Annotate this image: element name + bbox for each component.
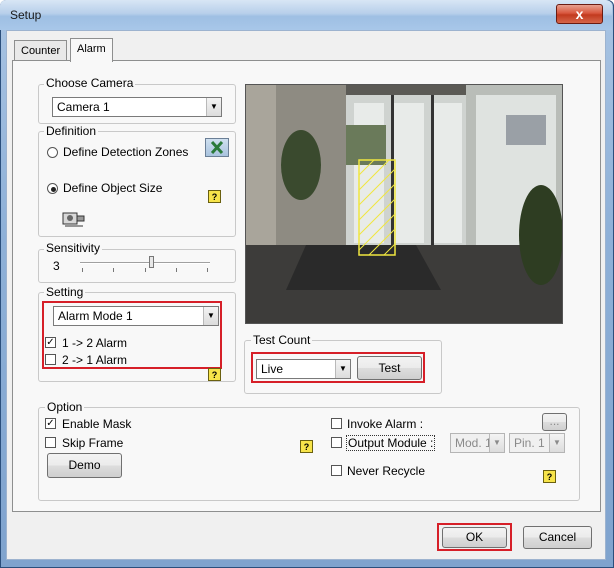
zone-tool-icon[interactable] — [205, 138, 229, 157]
sensitivity-label: Sensitivity — [44, 241, 103, 255]
chevron-down-icon[interactable]: ▼ — [203, 307, 218, 325]
window-title: Setup — [10, 8, 42, 22]
demo-button[interactable]: Demo — [47, 453, 122, 478]
radio-define-size[interactable] — [47, 183, 58, 194]
slider-tick — [82, 268, 83, 272]
pin-select[interactable]: Pin. 1 ▼ — [509, 433, 565, 453]
cancel-button[interactable]: Cancel — [523, 526, 592, 549]
slider-tick — [113, 268, 114, 272]
slider-tick — [207, 268, 208, 272]
output-module-label: Output Module : — [346, 435, 436, 451]
alarm-2-1-label: 2 -> 1 Alarm — [62, 353, 128, 367]
define-zones-label: Define Detection Zones — [63, 145, 189, 159]
alarm-2-1-checkbox[interactable] — [45, 354, 56, 365]
skip-frame-label: Skip Frame — [62, 436, 124, 450]
slider-tick — [145, 268, 146, 272]
live-select[interactable]: Live ▼ — [256, 359, 351, 379]
invoke-alarm-checkbox[interactable] — [331, 418, 342, 429]
help-icon[interactable]: ? — [543, 470, 556, 483]
alarm-1-2-checkbox[interactable]: ✓ — [45, 337, 56, 348]
ok-button[interactable]: OK — [442, 527, 507, 548]
radio-define-zones[interactable] — [47, 147, 58, 158]
object-size-tool-icon[interactable] — [61, 210, 87, 229]
chevron-down-icon[interactable]: ▼ — [335, 360, 350, 378]
camera-preview[interactable] — [245, 84, 563, 324]
alarm-mode-value: Alarm Mode 1 — [58, 309, 133, 323]
alarm-1-2-label: 1 -> 2 Alarm — [62, 336, 128, 350]
invoke-alarm-browse-button[interactable]: ... — [542, 413, 567, 431]
module-select[interactable]: Mod. 1 ▼ — [450, 433, 505, 453]
camera-select-value: Camera 1 — [57, 100, 110, 114]
definition-label: Definition — [44, 124, 99, 138]
sensitivity-value: 3 — [53, 259, 60, 273]
define-size-label: Define Object Size — [63, 181, 163, 195]
module-select-value: Mod. 1 — [455, 436, 492, 450]
invoke-alarm-label: Invoke Alarm : — [347, 417, 424, 431]
chevron-down-icon[interactable]: ▼ — [549, 434, 564, 452]
tab-alarm[interactable]: Alarm — [70, 38, 113, 62]
choose-camera-label: Choose Camera — [44, 76, 136, 90]
test-count-label: Test Count — [251, 333, 313, 347]
enable-mask-checkbox[interactable]: ✓ — [45, 418, 56, 429]
option-label: Option — [45, 400, 85, 414]
test-button[interactable]: Test — [357, 356, 422, 380]
setting-label: Setting — [44, 285, 86, 299]
help-icon[interactable]: ? — [208, 368, 221, 381]
sensitivity-slider-thumb[interactable] — [148, 256, 154, 268]
close-button[interactable]: x — [556, 4, 603, 24]
pin-select-value: Pin. 1 — [514, 436, 545, 450]
slider-tick — [176, 268, 177, 272]
title-bar[interactable] — [0, 0, 612, 30]
enable-mask-label: Enable Mask — [62, 417, 132, 431]
alarm-mode-select[interactable]: Alarm Mode 1 ▼ — [53, 306, 219, 326]
chevron-down-icon[interactable]: ▼ — [206, 98, 221, 116]
output-module-checkbox[interactable] — [331, 437, 342, 448]
live-select-value: Live — [261, 362, 284, 376]
sensitivity-slider-track[interactable] — [80, 262, 210, 264]
skip-frame-checkbox[interactable] — [45, 437, 56, 448]
help-icon[interactable]: ? — [300, 440, 313, 453]
chevron-down-icon[interactable]: ▼ — [489, 434, 504, 452]
camera-select[interactable]: Camera 1 ▼ — [52, 97, 222, 117]
help-icon[interactable]: ? — [208, 190, 221, 203]
never-recycle-label: Never Recycle — [347, 464, 426, 478]
tab-counter[interactable]: Counter — [14, 40, 68, 61]
never-recycle-checkbox[interactable] — [331, 465, 342, 476]
